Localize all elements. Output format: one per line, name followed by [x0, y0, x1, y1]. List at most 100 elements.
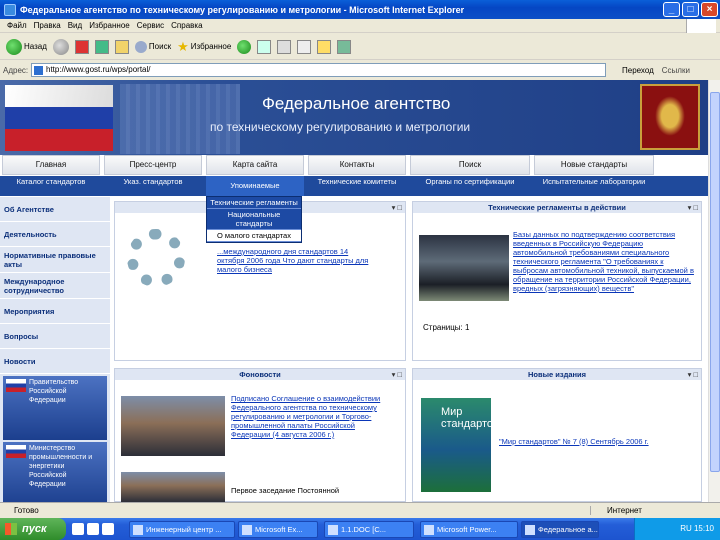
task-item[interactable]: 1.1.DOC [С...	[324, 520, 414, 538]
task-item[interactable]: Microsoft Power...	[420, 520, 518, 538]
nav-press[interactable]: Пресс-центр	[104, 155, 202, 175]
start-button[interactable]: пуск	[0, 518, 66, 540]
refresh-icon	[94, 39, 109, 54]
edit-button[interactable]	[297, 39, 312, 54]
panel-controls[interactable]: ▾ □	[392, 202, 402, 213]
vertical-scrollbar[interactable]	[708, 80, 720, 502]
task-item[interactable]: Инженерный центр ...	[129, 520, 235, 538]
maximize-button[interactable]: □	[682, 2, 699, 17]
dropdown-item-regulations[interactable]: Технические регламенты	[207, 197, 301, 209]
subnav-laboratories[interactable]: Испытательные лаборатории	[534, 176, 654, 196]
toolbar: Назад Поиск ★ Избранное	[0, 34, 720, 60]
panel-controls[interactable]: ▾ □	[392, 369, 402, 380]
browser-icon[interactable]	[87, 523, 99, 535]
sidebar-item-activity[interactable]: Деятельность	[0, 222, 110, 247]
search-button[interactable]: Поиск	[134, 40, 171, 53]
building-image	[120, 84, 240, 154]
zone-text: Интернет	[590, 506, 720, 515]
links-button[interactable]: Ссылки	[662, 66, 690, 75]
print-icon	[277, 39, 292, 54]
taskbar: пуск Инженерный центр ... Microsoft Ex..…	[0, 518, 720, 540]
home-button[interactable]	[114, 39, 129, 54]
subnav-certification[interactable]: Органы по сертификации	[410, 176, 530, 196]
menu-favorites[interactable]: Избранное	[89, 21, 130, 30]
forward-button[interactable]	[52, 38, 69, 55]
menu-help[interactable]: Справка	[171, 21, 202, 30]
star-icon: ★	[177, 38, 189, 54]
standards-day-logo	[127, 229, 185, 287]
messenger-button[interactable]	[337, 39, 352, 54]
flag-icon	[6, 379, 26, 392]
panel-title: Технические регламенты в действии	[488, 203, 626, 212]
regulations-link[interactable]: Базы данных по подтверждению соответстви…	[513, 230, 695, 293]
sidebar-item-questions[interactable]: Вопросы	[0, 324, 110, 349]
news-link-agreement[interactable]: Подписано Соглашение о взаимодействии Фе…	[231, 394, 391, 439]
subnav-mentioned[interactable]: Упоминаемые	[206, 176, 304, 196]
stop-icon	[74, 39, 89, 54]
panel-controls[interactable]: ▾ □	[688, 202, 698, 213]
task-item[interactable]: Microsoft Ex...	[238, 520, 318, 538]
menu-view[interactable]: Вид	[68, 21, 82, 30]
sidebar: Об Агентстве Деятельность Нормативные пр…	[0, 197, 110, 502]
nav-contacts[interactable]: Контакты	[308, 155, 406, 175]
task-item-active[interactable]: Федеральное а...	[521, 520, 599, 538]
quick-launch	[72, 521, 126, 537]
car-photo	[419, 235, 509, 301]
back-arrow-icon	[6, 38, 22, 55]
subnav-catalog[interactable]: Каталог стандартов	[2, 176, 100, 196]
mail-icon[interactable]	[72, 523, 84, 535]
nav-search[interactable]: Поиск	[410, 155, 530, 175]
top-nav: Главная Пресс-центр Карта сайта Контакты…	[0, 155, 708, 175]
mail-button[interactable]	[257, 39, 272, 54]
panel-photo-news: Фоновости ▾ □ Подписано Соглашение о взаи…	[114, 368, 406, 502]
dropdown-menu: Технические регламенты Национальные стан…	[206, 196, 302, 243]
nav-new-standards[interactable]: Новые стандарты	[534, 155, 654, 175]
nav-sitemap[interactable]: Карта сайта	[206, 155, 304, 175]
desktop-icon[interactable]	[102, 523, 114, 535]
minimize-button[interactable]: _	[663, 2, 680, 17]
sidebar-item-about[interactable]: Об Агентстве	[0, 197, 110, 222]
address-input[interactable]: http://www.gost.ru/wps/portal/	[31, 63, 606, 77]
close-button[interactable]: ×	[701, 2, 718, 17]
dropdown-item-national-standards[interactable]: Национальные стандарты	[207, 209, 301, 230]
magazine-link[interactable]: "Мир стандартов" № 7 (8) Сентябрь 2006 г…	[499, 437, 689, 446]
sidebar-item-events[interactable]: Мероприятия	[0, 299, 110, 324]
subnav-committees[interactable]: Технические комитеты	[308, 176, 406, 196]
government-banner[interactable]: Правительство Российской Федерации	[3, 376, 107, 440]
scroll-thumb[interactable]	[710, 92, 720, 472]
print-button[interactable]	[277, 39, 292, 54]
subnav-index[interactable]: Указ. стандартов	[104, 176, 202, 196]
site-banner: Федеральное агентство по техническому ре…	[0, 80, 708, 155]
search-icon	[134, 40, 147, 53]
address-bar: Адрес: http://www.gost.ru/wps/portal/ Пе…	[0, 61, 720, 79]
system-tray: RU 15:10	[634, 518, 720, 540]
site-title: Федеральное агентство	[262, 94, 451, 113]
go-button[interactable]: Переход	[622, 66, 654, 75]
refresh-button[interactable]	[94, 39, 109, 54]
menu-tools[interactable]: Сервис	[137, 21, 164, 30]
ministry-banner[interactable]: Министерство промышленности и энергетики…	[3, 442, 107, 502]
menu-file[interactable]: Файл	[7, 21, 27, 30]
menu-bar: Файл Правка Вид Избранное Сервис Справка	[0, 19, 720, 33]
session-photo	[121, 472, 225, 502]
panel-controls[interactable]: ▾ □	[688, 369, 698, 380]
history-button[interactable]	[237, 39, 252, 54]
stop-button[interactable]	[74, 39, 89, 54]
favorites-button[interactable]: ★ Избранное	[177, 39, 231, 55]
folder-icon	[317, 39, 332, 54]
news-link-standards-day[interactable]: ...международного дня стандартов 14 октя…	[217, 247, 377, 274]
discuss-button[interactable]	[317, 39, 332, 54]
windows-logo	[686, 19, 716, 33]
nav-home[interactable]: Главная	[2, 155, 100, 175]
messenger-icon	[337, 39, 352, 54]
panel-regulations: Технические регламенты в действии ▾ □ Баз…	[412, 201, 702, 361]
panel-title: Фоновости	[239, 370, 281, 379]
menu-edit[interactable]: Правка	[34, 21, 61, 30]
sidebar-item-legal[interactable]: Нормативные правовые акты	[0, 247, 110, 273]
sidebar-item-news[interactable]: Новости	[0, 349, 110, 374]
back-button[interactable]: Назад	[6, 38, 47, 55]
sidebar-item-international[interactable]: Международное сотрудничество	[0, 273, 110, 299]
address-label: Адрес:	[3, 65, 29, 75]
panel-new-publications: Новые издания ▾ □ Мир стандартов "Мир ста…	[412, 368, 702, 502]
dropdown-item-small-business[interactable]: О малого стандартах	[207, 230, 301, 242]
